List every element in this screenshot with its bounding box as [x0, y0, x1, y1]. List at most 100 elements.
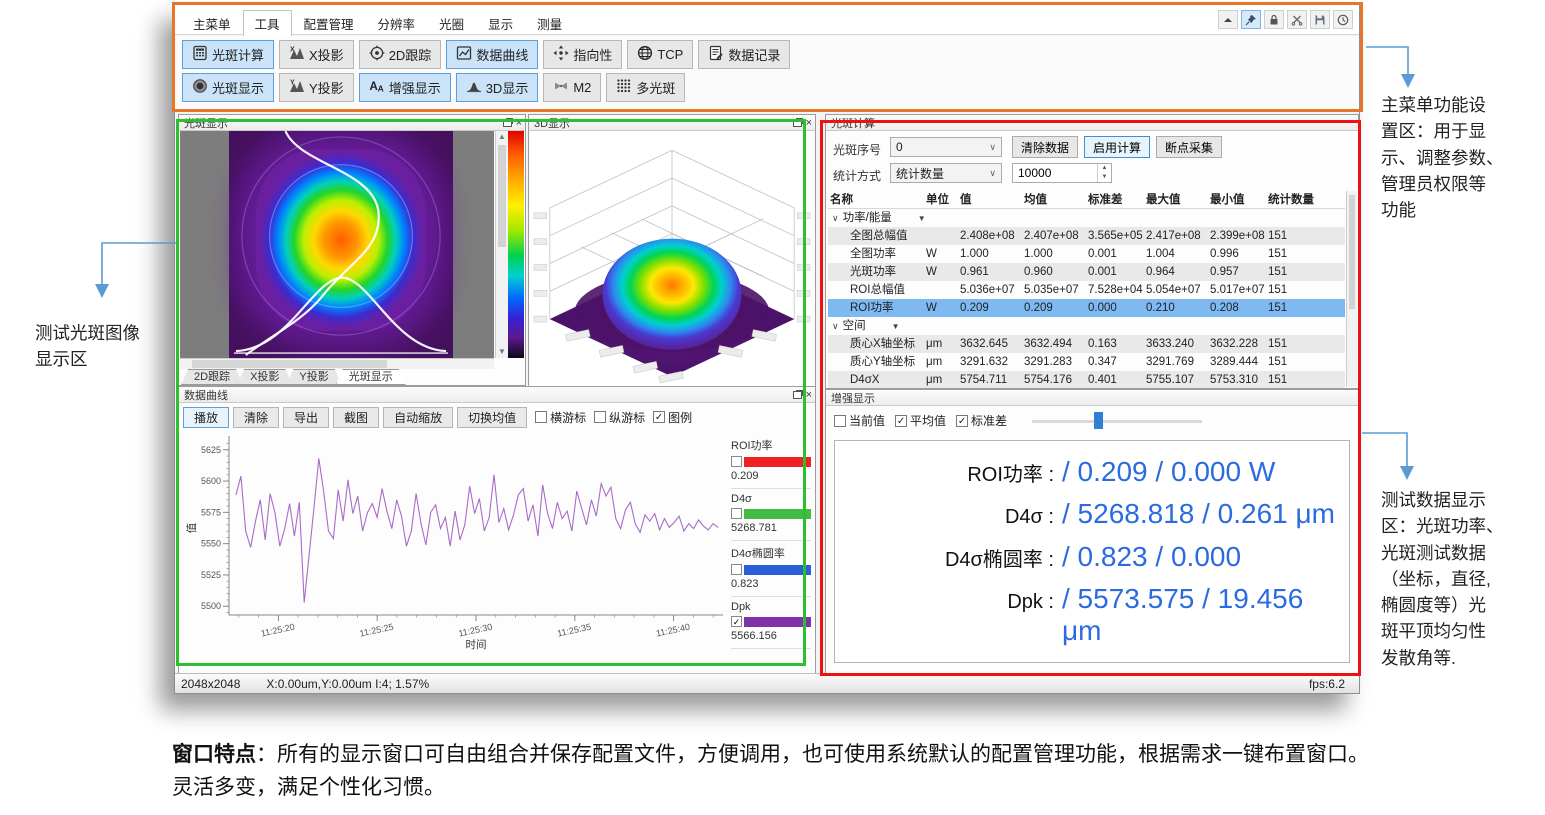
enhance-checkbox-2[interactable]: ✓标准差 [956, 412, 1007, 429]
curve-button-4[interactable]: 自动缩放 [383, 407, 453, 428]
spot-tab-2[interactable]: Y投影 [286, 369, 341, 385]
toolbar-button-label: 数据记录 [728, 45, 780, 64]
toolbar-button-data-record[interactable]: 数据记录 [698, 40, 790, 69]
status-bar: 2048x2048 X:0.00um,Y:0.00um I:4; 1.57% f… [175, 673, 1359, 693]
row-cell: W [924, 245, 958, 263]
float-icon[interactable] [793, 391, 802, 399]
spot-tab-0[interactable]: 2D跟踪 [181, 369, 243, 385]
close-icon[interactable]: × [806, 118, 812, 128]
float-icon[interactable] [503, 119, 512, 127]
enhance-slider-track[interactable] [1032, 420, 1202, 423]
table-row[interactable]: D4σXμm5754.7115754.1760.4015755.1075753.… [828, 371, 1345, 389]
legend-checkbox[interactable] [731, 456, 742, 467]
stat-mode-select[interactable]: 统计数量∨ [890, 163, 1002, 183]
enhance-slider-handle[interactable] [1094, 412, 1103, 429]
table-row[interactable]: ROI功率W0.2090.2090.0000.2100.208151 [828, 299, 1345, 317]
checkbox-icon[interactable] [834, 415, 846, 427]
curve-checkbox-1[interactable]: 纵游标 [594, 409, 645, 426]
spin-up-icon[interactable]: ▲ [1098, 164, 1111, 173]
checkbox-icon[interactable]: ✓ [895, 415, 907, 427]
pin-icon[interactable] [1241, 10, 1261, 29]
checkbox-icon[interactable] [594, 411, 606, 423]
table-row[interactable]: 光斑功率W0.9610.9600.0010.9640.957151 [828, 263, 1345, 281]
toolbar-button-direction[interactable]: 指向性 [543, 40, 622, 69]
cut-icon[interactable] [1287, 10, 1307, 29]
toolbar-button-x-projection[interactable]: XX投影 [279, 40, 354, 69]
column-header-3[interactable]: 均值 [1022, 191, 1086, 209]
table-row[interactable]: 质心X轴坐标μm3632.6453632.4940.1633633.240363… [828, 335, 1345, 353]
enhance-checkbox-0[interactable]: 当前值 [834, 412, 885, 429]
curve-button-2[interactable]: 导出 [283, 407, 329, 428]
float-icon[interactable] [793, 119, 802, 127]
close-icon[interactable]: × [806, 390, 812, 400]
menu-tab-5[interactable]: 显示 [476, 10, 525, 37]
curve-button-1[interactable]: 清除 [233, 407, 279, 428]
toolbar-button-y-projection[interactable]: YY投影 [279, 73, 354, 102]
column-header-5[interactable]: 最大值 [1144, 191, 1208, 209]
menu-tab-1[interactable]: 工具 [243, 10, 292, 37]
vertical-scrollbar[interactable]: ▲ ▼ [495, 131, 508, 358]
column-header-1[interactable]: 单位 [924, 191, 958, 209]
menu-tab-2[interactable]: 配置管理 [292, 10, 366, 37]
checkbox-icon[interactable]: ✓ [653, 411, 665, 423]
menu-tab-0[interactable]: 主菜单 [181, 10, 243, 37]
toolbar-button-m2[interactable]: M2 [543, 73, 601, 102]
toolbar-button-surface-3d[interactable]: 3D显示 [456, 73, 539, 102]
curve-checkbox-0[interactable]: 横游标 [535, 409, 586, 426]
column-header-0[interactable]: 名称 [828, 191, 924, 209]
toolbar-row-2: 光斑显示YY投影AA增强显示3D显示M2多光斑 [182, 73, 1359, 102]
curve-button-5[interactable]: 切换均值 [457, 407, 527, 428]
toolbar-button-spot-display[interactable]: 光斑显示 [182, 73, 274, 102]
spot-index-select[interactable]: 0∨ [890, 137, 1002, 157]
toolbar-button-tcp-globe[interactable]: TCP [627, 40, 693, 69]
checkbox-icon[interactable]: ✓ [956, 415, 968, 427]
column-header-7[interactable]: 统计数量 [1266, 191, 1345, 209]
scroll-up-icon[interactable]: ▲ [496, 131, 508, 143]
toolbar-button-data-curve[interactable]: 数据曲线 [446, 40, 538, 69]
horizontal-scrollbar[interactable] [180, 358, 494, 369]
curve-button-0[interactable]: 播放 [183, 407, 229, 428]
menu-tab-4[interactable]: 光圈 [427, 10, 476, 37]
column-header-6[interactable]: 最小值 [1208, 191, 1266, 209]
checkbox-icon[interactable] [535, 411, 547, 423]
row-cell: 3632.494 [1022, 335, 1086, 353]
row-cell: 2.407e+08 [1022, 227, 1086, 245]
3d-surface-plot[interactable] [530, 131, 814, 390]
toolbar-button-multi-spot[interactable]: 多光斑 [606, 73, 685, 102]
help-icon[interactable] [1333, 10, 1353, 29]
table-row[interactable]: 全图总幅值2.408e+082.407e+083.565e+052.417e+0… [828, 227, 1345, 245]
enable-calc-button[interactable]: 启用计算 [1084, 136, 1150, 158]
legend-checkbox[interactable] [731, 508, 742, 519]
toolbar-button-enhance-aa[interactable]: AA增强显示 [359, 73, 451, 102]
spot-tab-3[interactable]: 光斑显示 [336, 369, 406, 385]
close-icon[interactable]: × [516, 118, 522, 128]
toolbar-button-track-2d[interactable]: 2D跟踪 [359, 40, 442, 69]
curve-button-3[interactable]: 截图 [333, 407, 379, 428]
spin-down-icon[interactable]: ▼ [1098, 173, 1111, 182]
menu-tab-6[interactable]: 测量 [525, 10, 574, 37]
save-icon[interactable] [1310, 10, 1330, 29]
spot-tab-1[interactable]: X投影 [237, 369, 292, 385]
beam-image-area[interactable] [180, 131, 494, 358]
breakpoint-capture-button[interactable]: 断点采集 [1156, 136, 1222, 158]
clear-data-button[interactable]: 清除数据 [1012, 136, 1078, 158]
table-row[interactable]: 全图功率W1.0001.0000.0011.0040.996151 [828, 245, 1345, 263]
table-group-row[interactable]: ∨功率/能量▼ [828, 209, 1345, 227]
collapse-icon[interactable] [1218, 10, 1238, 29]
menu-tab-3[interactable]: 分辨率 [366, 10, 428, 37]
table-row[interactable]: ROI总幅值5.036e+075.035e+077.528e+045.054e+… [828, 281, 1345, 299]
toolbar-button-calculator[interactable]: 光斑计算 [182, 40, 274, 69]
enhance-checkbox-1[interactable]: ✓平均值 [895, 412, 946, 429]
lock-icon[interactable] [1264, 10, 1284, 29]
line-chart[interactable]: 55005525555055755600562511:25:2011:25:25… [183, 431, 731, 667]
column-header-4[interactable]: 标准差 [1086, 191, 1144, 209]
table-group-row[interactable]: ∨空间▼ [828, 317, 1345, 335]
scroll-down-icon[interactable]: ▼ [496, 346, 508, 358]
curve-checkbox-2[interactable]: ✓图例 [653, 409, 692, 426]
stat-count-spinner[interactable]: 10000 ▲▼ [1012, 163, 1112, 183]
legend-checkbox[interactable]: ✓ [731, 616, 742, 627]
column-header-2[interactable]: 值 [958, 191, 1022, 209]
table-row[interactable]: 质心Y轴坐标μm3291.6323291.2830.3473291.769328… [828, 353, 1345, 371]
table-scrollbar[interactable] [1346, 191, 1357, 387]
legend-checkbox[interactable] [731, 564, 742, 575]
